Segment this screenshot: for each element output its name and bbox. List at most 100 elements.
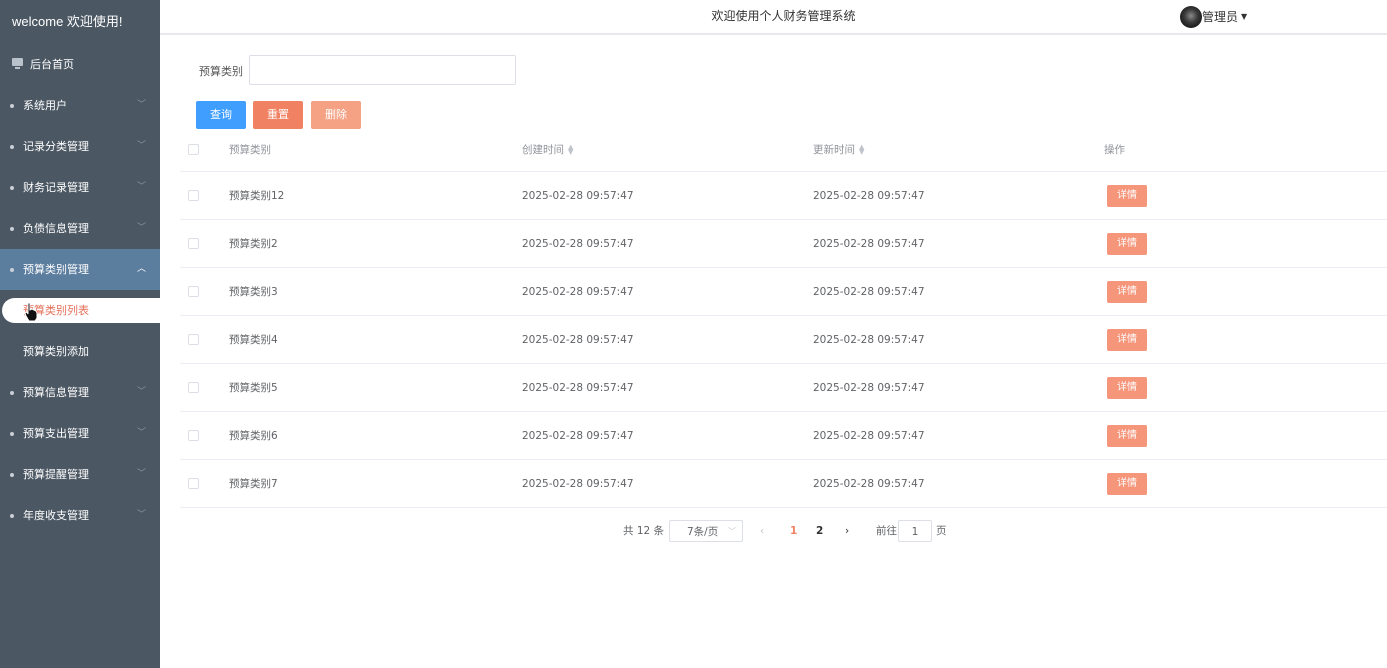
page-size-select[interactable]: 7条/页 ﹀ [669,520,743,542]
sort-icon[interactable]: ▲ ▼ [568,143,573,155]
select-all-checkbox[interactable] [188,144,199,155]
caret-down-icon: ▼ [1241,12,1248,21]
sidebar-title: welcome 欢迎使用! [12,14,123,29]
sidebar-item-label: 系统用户 [23,99,67,112]
bullet-icon [10,391,14,395]
row-checkbox[interactable] [188,478,199,489]
cell-updated: 2025-02-28 09:57:47 [813,189,925,202]
sidebar-item-label: 预算信息管理 [23,386,89,399]
cell-created: 2025-02-28 09:57:47 [522,237,634,250]
cell-category: 预算类别5 [229,382,278,394]
column-header-created[interactable]: 创建时间 ▲ ▼ [522,128,573,171]
table-header: 预算类别 创建时间 ▲ ▼ 更新时间 ▲ ▼ 操作 [180,128,1387,172]
detail-button[interactable]: 详情 [1107,232,1147,255]
sidebar-item-record-category[interactable]: 记录分类管理 ﹀ [0,126,160,167]
cell-updated: 2025-02-28 09:57:47 [813,429,925,442]
cell-updated: 2025-02-28 09:57:47 [813,237,925,250]
goto-label: 前往 [876,525,897,537]
bullet-icon [10,227,14,231]
row-checkbox[interactable] [188,382,199,393]
chevron-down-icon: ﹀ [136,100,146,110]
detail-button[interactable]: 详情 [1107,376,1147,399]
sidebar-item-debt-info[interactable]: 负债信息管理 ﹀ [0,208,160,249]
cell-category: 预算类别4 [229,334,278,346]
chevron-down-icon: ﹀ [136,510,146,520]
column-header-label: 更新时间 [813,144,855,156]
budget-category-search-input[interactable] [249,55,516,85]
table-row: 预算类别7 2025-02-28 09:57:47 2025-02-28 09:… [180,460,1387,508]
sidebar-item-system-users[interactable]: 系统用户 ﹀ [0,85,160,126]
sidebar-item-label: 记录分类管理 [23,140,89,153]
user-name: 管理员 [1202,10,1239,24]
page-size-value: 7条/页 [687,526,719,538]
sidebar-item-budget-category[interactable]: 预算类别管理 ︿ [0,249,160,290]
row-checkbox[interactable] [188,286,199,297]
column-header-actions: 操作 [1104,144,1125,156]
table-row: 预算类别4 2025-02-28 09:57:47 2025-02-28 09:… [180,316,1387,364]
goto-page-input[interactable]: 1 [898,520,932,542]
sidebar-item-label: 财务记录管理 [23,181,89,194]
pagination-total: 共 12 条 [623,525,665,537]
delete-button[interactable]: 删除 [311,101,361,129]
budget-category-table: 预算类别 创建时间 ▲ ▼ 更新时间 ▲ ▼ 操作 预算类别12 2025-02-2… [180,128,1387,508]
cell-category: 预算类别2 [229,238,278,250]
chevron-down-icon: ﹀ [728,527,736,536]
top-header: 欢迎使用个人财务管理系统 管理员 ▼ [160,0,1387,35]
cell-updated: 2025-02-28 09:57:47 [813,333,925,346]
table-row: 预算类别3 2025-02-28 09:57:47 2025-02-28 09:… [180,268,1387,316]
monitor-icon [12,58,23,69]
chevron-down-icon: ﹀ [136,469,146,479]
cell-created: 2025-02-28 09:57:47 [522,429,634,442]
cell-category: 预算类别12 [229,190,285,202]
goto-suffix: 页 [936,525,947,537]
sidebar-item-budget-reminder[interactable]: 预算提醒管理 ﹀ [0,454,160,495]
table-row: 预算类别5 2025-02-28 09:57:47 2025-02-28 09:… [180,364,1387,412]
query-button[interactable]: 查询 [196,101,246,129]
detail-button[interactable]: 详情 [1107,472,1147,495]
sidebar-item-finance-records[interactable]: 财务记录管理 ﹀ [0,167,160,208]
bullet-icon [10,186,14,190]
detail-button[interactable]: 详情 [1107,328,1147,351]
bullet-icon [10,514,14,518]
sidebar-item-budget-expense[interactable]: 预算支出管理 ﹀ [0,413,160,454]
column-header-updated[interactable]: 更新时间 ▲ ▼ [813,128,864,171]
sidebar-item-budget-info[interactable]: 预算信息管理 ﹀ [0,372,160,413]
row-checkbox[interactable] [188,430,199,441]
row-checkbox[interactable] [188,238,199,249]
row-checkbox[interactable] [188,190,199,201]
sidebar-subitem-label: 预算类别添加 [23,345,89,358]
search-label: 预算类别 [199,65,243,78]
sidebar-item-label: 预算提醒管理 [23,468,89,481]
next-page-button[interactable]: › [845,520,849,542]
detail-button[interactable]: 详情 [1107,424,1147,447]
detail-button[interactable]: 详情 [1107,184,1147,207]
cell-updated: 2025-02-28 09:57:47 [813,381,925,394]
sidebar-item-label: 负债信息管理 [23,222,89,235]
bullet-icon [10,268,14,272]
cell-category: 预算类别3 [229,286,278,298]
row-checkbox[interactable] [188,334,199,345]
cell-created: 2025-02-28 09:57:47 [522,189,634,202]
sidebar-item-label: 后台首页 [30,58,74,71]
bullet-icon [10,473,14,477]
chevron-down-icon: ﹀ [136,223,146,233]
sidebar-item-home[interactable]: 后台首页 [0,44,160,85]
sidebar-subitem-budget-category-add[interactable]: 预算类别添加 [0,331,160,372]
reset-button[interactable]: 重置 [253,101,303,129]
column-header-label: 创建时间 [522,144,564,156]
sidebar-item-label: 年度收支管理 [23,509,89,522]
sidebar-item-annual-summary[interactable]: 年度收支管理 ﹀ [0,495,160,536]
page-number-2[interactable]: 2 [816,520,823,542]
cell-category: 预算类别6 [229,430,278,442]
page-number-1[interactable]: 1 [790,520,797,542]
cell-created: 2025-02-28 09:57:47 [522,477,634,490]
cell-created: 2025-02-28 09:57:47 [522,381,634,394]
chevron-down-icon: ﹀ [136,428,146,438]
table-row: 预算类别12 2025-02-28 09:57:47 2025-02-28 09… [180,172,1387,220]
detail-button[interactable]: 详情 [1107,280,1147,303]
prev-page-button[interactable]: ‹ [760,520,764,542]
cell-category: 预算类别7 [229,478,278,490]
chevron-up-icon: ︿ [136,264,146,274]
sort-icon[interactable]: ▲ ▼ [859,143,864,155]
chevron-down-icon: ﹀ [136,387,146,397]
